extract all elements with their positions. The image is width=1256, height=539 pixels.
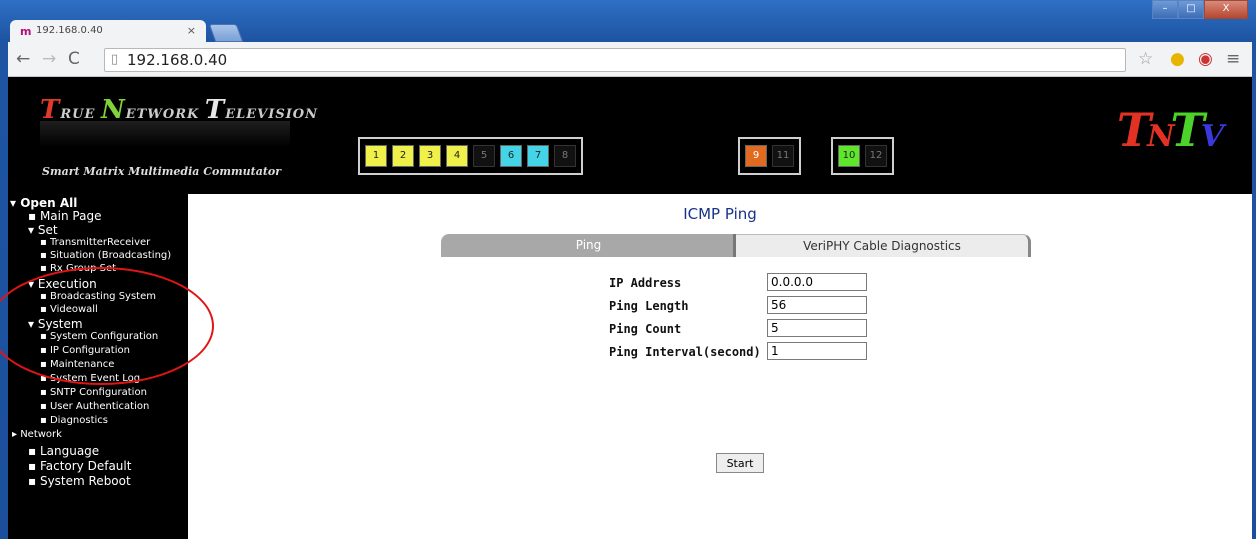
minimize-button[interactable]: –	[1152, 0, 1178, 19]
reload-icon[interactable]: C	[68, 49, 80, 69]
ping-length-label: Ping Length	[609, 299, 689, 313]
channel-button[interactable]: 1	[365, 145, 387, 167]
extension-icon[interactable]: ●	[1170, 49, 1185, 69]
logo-reflection	[40, 121, 290, 147]
browser-window: – □ X m 192.168.0.40 × ← → C ▯ 192.168.0…	[0, 0, 1256, 539]
ping-count-label: Ping Count	[609, 322, 682, 336]
channel-button[interactable]: 2	[392, 145, 414, 167]
browser-tab[interactable]: m 192.168.0.40 ×	[10, 20, 206, 42]
sidebar-item-diagnostics[interactable]: ▪ Diagnostics	[40, 415, 108, 426]
brand-subtitle: Smart Matrix Multimedia Commutator	[42, 165, 282, 178]
page-title: ICMP Ping	[683, 205, 757, 223]
channel-button[interactable]: 9	[745, 145, 767, 167]
ping-count-input[interactable]	[767, 319, 867, 337]
sidebar-item-situation[interactable]: ▪ Situation (Broadcasting)	[40, 250, 171, 261]
tab-title: 192.168.0.40	[36, 25, 103, 36]
window-controls: – □ X	[1152, 0, 1248, 19]
address-bar[interactable]: ▯ 192.168.0.40	[104, 48, 1126, 72]
url-text: 192.168.0.40	[127, 51, 228, 69]
maximize-button[interactable]: □	[1178, 0, 1204, 19]
close-window-button[interactable]: X	[1204, 0, 1248, 19]
sidebar-item-system-reboot[interactable]: ▪ System Reboot	[28, 474, 131, 488]
sidebar-item-sntp-configuration[interactable]: ▪ SNTP Configuration	[40, 387, 147, 398]
channel-group-c: 10 12	[831, 137, 894, 175]
channel-button[interactable]: 11	[772, 145, 794, 167]
logo-word: ELEVISION	[225, 107, 319, 122]
sidebar-item-user-authentication[interactable]: ▪ User Authentication	[40, 401, 149, 412]
sidebar-item-network[interactable]: ▸ Network	[12, 429, 62, 440]
new-tab-button[interactable]	[208, 24, 244, 42]
tab-veriphy-diagnostics[interactable]: VeriPHY Cable Diagnostics	[736, 234, 1031, 257]
tab-ping[interactable]: Ping	[441, 234, 736, 257]
sidebar-item-transmitter-receiver[interactable]: ▪ TransmitterReceiver	[40, 237, 150, 248]
ping-interval-label: Ping Interval(second)	[609, 345, 761, 359]
main-content: ICMP Ping Ping VeriPHY Cable Diagnostics…	[188, 194, 1252, 539]
tab-close-icon[interactable]: ×	[187, 24, 196, 37]
ip-address-label: IP Address	[609, 276, 682, 290]
logo-word: ETWORK	[125, 107, 205, 122]
forward-icon[interactable]: →	[42, 49, 56, 69]
channel-button[interactable]: 4	[446, 145, 468, 167]
browser-toolbar: ← → C ▯ 192.168.0.40 ☆ ● ◉ ≡	[8, 42, 1252, 77]
tntv-letter: T	[1116, 103, 1151, 157]
start-button[interactable]: Start	[716, 453, 764, 473]
favicon-icon: m	[20, 25, 32, 38]
channel-button[interactable]: 5	[473, 145, 495, 167]
logo-word: RUE	[60, 107, 101, 122]
sidebar-item-set[interactable]: ▾ Set	[28, 223, 58, 237]
tntv-letter: N	[1147, 119, 1174, 154]
extension-2-icon[interactable]: ◉	[1198, 49, 1213, 69]
tntv-letter: T	[1170, 103, 1204, 157]
sidebar-item-language[interactable]: ▪ Language	[28, 444, 99, 458]
channel-button[interactable]: 6	[500, 145, 522, 167]
channel-button[interactable]: 7	[527, 145, 549, 167]
channel-button[interactable]: 8	[554, 145, 576, 167]
tntv-logo: TNTV	[1116, 103, 1224, 157]
back-icon[interactable]: ←	[16, 49, 30, 69]
channel-button[interactable]: 12	[865, 145, 887, 167]
sidebar-item-factory-default[interactable]: ▪ Factory Default	[28, 459, 131, 473]
bookmark-star-icon[interactable]: ☆	[1138, 49, 1153, 69]
tntv-letter: V	[1200, 119, 1224, 154]
channel-button[interactable]: 10	[838, 145, 860, 167]
ip-address-input[interactable]	[767, 273, 867, 291]
channel-button[interactable]: 3	[419, 145, 441, 167]
header-banner: T RUE N ETWORK T ELEVISION Smart Matrix Mul…	[8, 77, 1252, 194]
open-all-link[interactable]: ▾ Open All	[10, 196, 77, 210]
menu-icon[interactable]: ≡	[1226, 49, 1240, 69]
sidebar-item-main-page[interactable]: ▪ Main Page	[28, 209, 101, 223]
page-icon: ▯	[111, 52, 119, 67]
channel-group-a: 1 2 3 4 5 6 7 8	[358, 137, 583, 175]
channel-group-b: 9 11	[738, 137, 801, 175]
ping-interval-input[interactable]	[767, 342, 867, 360]
ping-length-input[interactable]	[767, 296, 867, 314]
